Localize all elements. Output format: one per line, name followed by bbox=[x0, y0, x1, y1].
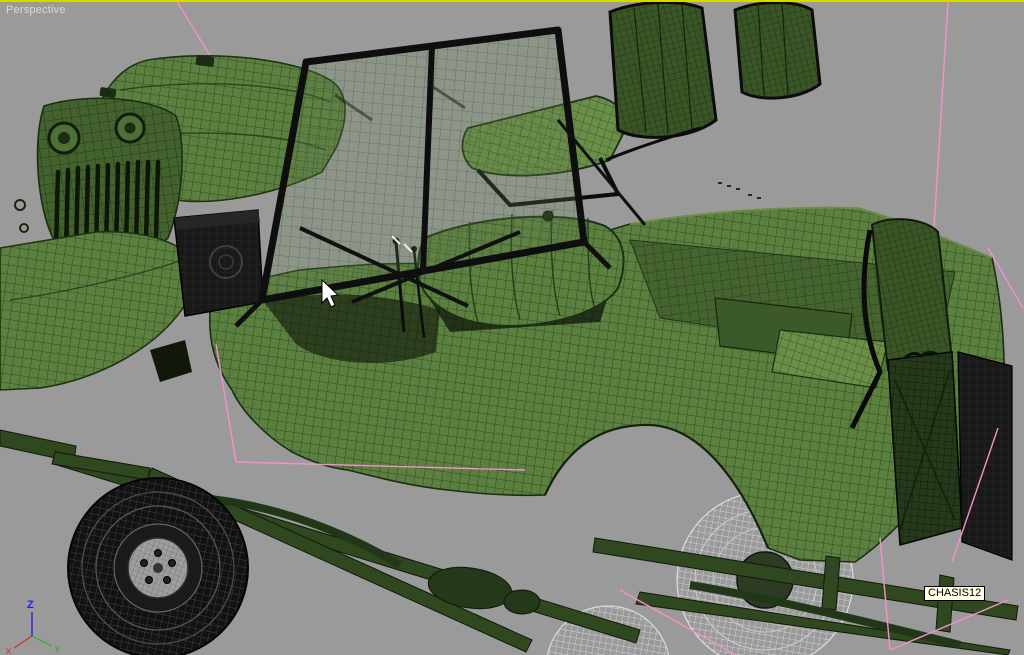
axis-y-label: y bbox=[55, 643, 60, 654]
active-viewport-border bbox=[0, 0, 1024, 2]
headlight-right-center bbox=[124, 122, 136, 134]
diff-housing bbox=[503, 589, 541, 615]
hub-cap bbox=[153, 563, 163, 573]
rear-dark-panel[interactable] bbox=[957, 351, 1013, 561]
seat-back-left[interactable] bbox=[608, 0, 718, 139]
viewport-label[interactable]: Perspective bbox=[6, 4, 66, 16]
fender-step bbox=[150, 340, 192, 382]
front-fender[interactable] bbox=[0, 230, 195, 391]
axis-x-label: x bbox=[6, 646, 11, 655]
front-wheel[interactable] bbox=[67, 477, 249, 655]
object-name-tooltip: CHASIS12 bbox=[924, 586, 986, 601]
viewport-perspective[interactable]: Z x y Perspective CHASIS12 bbox=[0, 0, 1024, 655]
axis-z-label: Z bbox=[27, 599, 34, 611]
jerry-can[interactable] bbox=[887, 350, 963, 547]
viewport-canvas[interactable]: Z x y bbox=[0, 0, 1024, 655]
grille-hole bbox=[14, 199, 26, 211]
world-axis-gizmo: Z x y bbox=[6, 599, 60, 655]
vertex-ticks bbox=[718, 182, 761, 199]
grille-hole bbox=[19, 223, 29, 233]
toolbox[interactable] bbox=[173, 209, 264, 317]
seat-back-right[interactable] bbox=[733, 1, 822, 100]
headlight-left-center bbox=[58, 132, 70, 144]
